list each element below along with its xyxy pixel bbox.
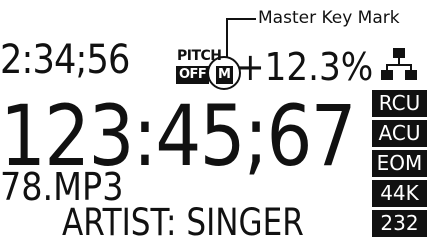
elapsed-time: 2:34;56 (0, 37, 130, 83)
network-icon (381, 48, 417, 80)
pitch-value: +12.3% (236, 45, 374, 89)
device-display: Master Key Mark 2:34;56 PITCH OFF M +12.… (0, 0, 437, 240)
badge-rcu: RCU (372, 90, 427, 117)
badge-acu: ACU (372, 120, 427, 147)
callout-label: Master Key Mark (258, 8, 400, 28)
badge-232: 232 (372, 210, 427, 237)
badge-44k: 44K (372, 180, 427, 207)
master-key-mark: M (216, 66, 233, 84)
callout-leader-horizontal (226, 18, 256, 20)
pitch-state-badge: OFF (176, 66, 210, 84)
badge-eom: EOM (372, 150, 427, 177)
track-artist: ARTIST: SINGER (62, 201, 304, 240)
pitch-label: PITCH (177, 48, 222, 64)
callout-leader-vertical (226, 18, 228, 58)
